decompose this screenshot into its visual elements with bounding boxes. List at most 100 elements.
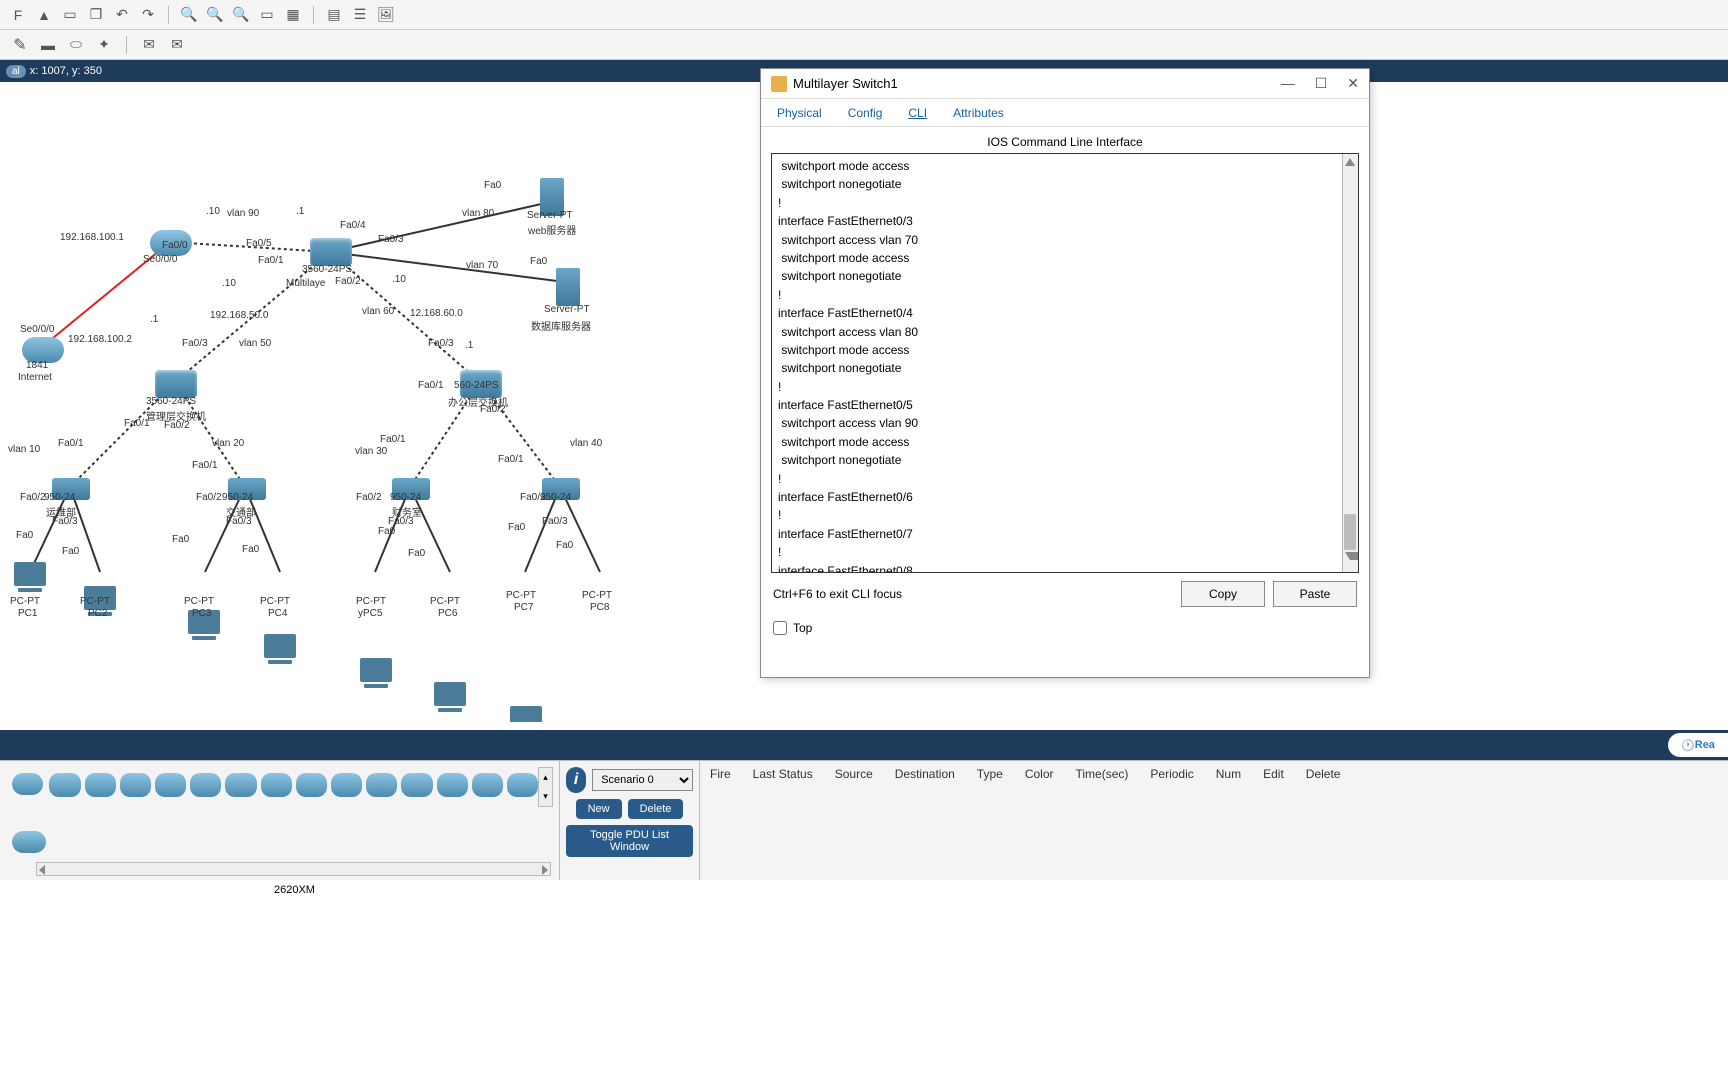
delete-scenario-button[interactable]: Delete [628,799,684,819]
label-port: Fa0/2 [520,492,546,503]
panel-icon[interactable]: ▦ [283,5,303,25]
model-chip[interactable]: 4321 [85,773,116,797]
scenario-select[interactable]: Scenario 0 [592,769,693,791]
realtime-pill[interactable]: 🕐Rea [1668,733,1728,757]
bottom-panel: 43314321194129012911819IOX819HGW8291240P… [0,760,1728,880]
dialog-tabs: Physical Config CLI Attributes [761,99,1369,127]
label-dev: PC1 [18,608,37,619]
cli-terminal[interactable]: switchport mode access switchport nonego… [771,153,1359,573]
closed-envelope-icon[interactable]: ✉ [139,35,159,55]
paste-button[interactable]: Paste [1273,581,1357,607]
label-n: .1 [465,340,473,351]
model-chip[interactable]: 1841 [437,773,468,797]
device-dialog[interactable]: Multilayer Switch1 — ☐ ✕ Physical Config… [760,68,1370,678]
category-router-icon[interactable] [12,773,43,795]
undo-icon[interactable]: ↶ [112,5,132,25]
close-icon[interactable]: ✕ [1347,75,1359,92]
triangle-icon[interactable]: ▲ [34,5,54,25]
model-chip[interactable]: 1240 [331,773,362,797]
scrollbar-vertical[interactable] [1342,154,1358,572]
server-db[interactable] [556,268,580,306]
model-chip[interactable]: PT-Router [366,773,397,797]
model-chip[interactable]: 829 [296,773,327,797]
divider [168,6,169,24]
tab-config[interactable]: Config [844,100,887,126]
label-port: Fa0/3 [428,338,454,349]
switch-multilayer-core[interactable] [310,238,352,266]
open-envelope-icon[interactable]: ✉ [167,35,187,55]
tab-cli[interactable]: CLI [904,100,931,126]
model-chip[interactable]: 2901 [155,773,186,797]
tab-physical[interactable]: Physical [773,100,826,126]
redo-icon[interactable]: ↷ [138,5,158,25]
freeform-icon[interactable]: ✦ [94,35,114,55]
col-src: Source [835,767,873,874]
palette-spinner[interactable]: ▴▾ [538,767,553,807]
top-checkbox[interactable] [773,621,787,635]
model-chip[interactable]: 2621XM [507,773,538,797]
col-edit: Edit [1263,767,1284,874]
model-chip[interactable]: 1941 [120,773,151,797]
switch-3560-left[interactable] [155,370,197,398]
copy-button[interactable]: Copy [1181,581,1265,607]
list-icon[interactable]: ☰ [350,5,370,25]
pc-7[interactable] [510,706,542,722]
info-icon[interactable]: i [566,767,586,793]
label-vlan: vlan 90 [227,208,259,219]
palette-hscroll[interactable] [36,862,551,876]
pointer-icon[interactable]: ✎ [10,35,30,55]
scrollbar-thumb[interactable] [1344,514,1356,550]
label-vlan: vlan 80 [462,208,494,219]
copy-icon[interactable]: ❐ [86,5,106,25]
pc-6[interactable] [434,682,466,706]
rect-note-icon[interactable]: ▬ [38,35,58,55]
label-dev: web服务器 [528,222,576,237]
new-scenario-button[interactable]: New [576,799,622,819]
model-chip[interactable]: 2620XM [472,773,503,797]
label-vlan: vlan 50 [239,338,271,349]
logical-badge[interactable]: al [6,65,26,78]
divider [313,6,314,24]
label-dev: PC2 [88,608,107,619]
label-vlan: vlan 70 [466,260,498,271]
links-layer [0,82,760,722]
label-port: Fa0 [16,530,33,541]
model-chip[interactable]: 4331 [49,773,80,797]
cursor-coords: x: 1007, y: 350 [30,65,102,77]
category-router-icon-2[interactable] [12,831,46,853]
model-chip[interactable]: 819HGW [261,773,292,797]
label-port: Fa0/1 [380,434,406,445]
label-port: Fa0 [508,522,525,533]
label-port: Fa0/2 [20,492,46,503]
label-vlan: vlan 10 [8,444,40,455]
bold-icon[interactable]: F [8,5,28,25]
toggle-pdu-button[interactable]: Toggle PDU List Window [566,825,693,857]
ellipse-icon[interactable]: ⬭ [66,35,86,55]
label-dev: PC3 [192,608,211,619]
zoom-reset-icon[interactable]: 🔍 [231,5,251,25]
page-icon[interactable]: ▭ [60,5,80,25]
label-vlan: vlan 60 [362,306,394,317]
label-port: Fa0/2 [335,276,361,287]
minimize-icon[interactable]: — [1281,75,1295,92]
label-dev: 560-24PS [454,380,498,391]
zoom-out-icon[interactable]: 🔍 [205,5,225,25]
maximize-icon[interactable]: ☐ [1315,75,1328,92]
col-last: Last Status [753,767,813,874]
model-chip[interactable]: 2911 [190,773,221,797]
rect-icon[interactable]: ▭ [257,5,277,25]
dialog-titlebar[interactable]: Multilayer Switch1 — ☐ ✕ [761,69,1369,99]
tab-attributes[interactable]: Attributes [949,100,1008,126]
col-dst: Destination [895,767,955,874]
top-checkbox-row[interactable]: Top [761,615,1369,641]
zoom-in-icon[interactable]: 🔍 [179,5,199,25]
model-chip[interactable]: 819IOX [225,773,256,797]
col-time: Time(sec) [1076,767,1129,874]
notes-icon[interactable]: ▤ [324,5,344,25]
pc-4[interactable] [264,634,296,658]
model-chip[interactable]: PT-Empty [401,773,432,797]
pc-1[interactable] [14,562,46,586]
label-port: Fa0/3 [378,234,404,245]
pc-5[interactable] [360,658,392,682]
image-icon[interactable]: 🖼 [376,5,396,25]
